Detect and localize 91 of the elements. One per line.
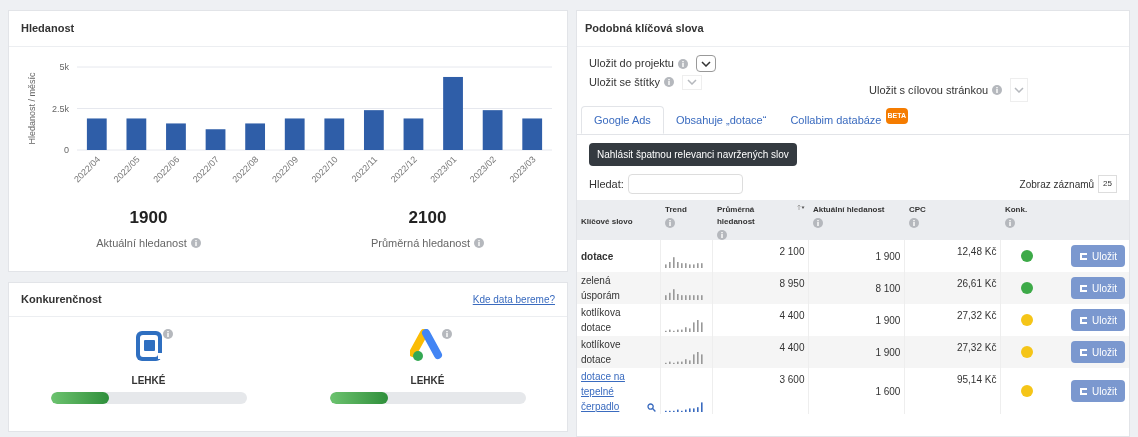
column-header[interactable]: CPC — [908, 204, 926, 216]
keyword-link[interactable]: dotace na tepelné čerpadlo — [581, 368, 643, 414]
table-cell: 26,61 Kč — [956, 278, 997, 289]
card-title: Podobná klíčová slova — [585, 21, 704, 37]
bar — [284, 118, 305, 150]
stat-value: 1900 — [129, 207, 168, 229]
axis-tick-label: 0 — [64, 145, 69, 155]
collabim-icon — [1079, 315, 1088, 325]
table-cell: 3 600 — [779, 374, 805, 385]
page-size-field[interactable]: 25 — [1098, 175, 1117, 193]
table-cell: 1 600 — [875, 385, 901, 397]
save-button[interactable]: Uložit — [1071, 380, 1125, 402]
bar — [245, 123, 265, 150]
trend-sparkline — [665, 256, 706, 268]
table-cell: 8 950 — [779, 278, 805, 289]
help-link[interactable]: Kde data bereme? — [472, 292, 555, 307]
column-header[interactable]: Klíčové slovo — [581, 216, 633, 228]
trend-sparkline — [665, 288, 706, 300]
collabim-icon — [1079, 347, 1088, 357]
column-header[interactable]: Konk. — [1004, 204, 1028, 216]
caret-icon — [686, 79, 697, 86]
column-header[interactable]: Trend — [665, 204, 687, 216]
bar — [166, 123, 186, 150]
column-header[interactable]: Průměrná hledanost — [716, 204, 757, 228]
column-header[interactable]: Aktuální hledanost — [812, 204, 885, 216]
bar — [126, 118, 147, 150]
difficulty-label: LEHKÉ — [131, 373, 166, 388]
bar — [364, 110, 384, 150]
stat-value: 2100 — [408, 207, 447, 229]
bar — [205, 129, 226, 150]
bar — [86, 118, 107, 150]
caret-icon — [701, 60, 711, 67]
table-cell: 1 900 — [875, 346, 901, 358]
table-cell: 95,14 Kč — [956, 374, 997, 385]
info-icon — [441, 329, 452, 339]
save-button[interactable]: Uložit — [1071, 341, 1125, 363]
bar — [482, 110, 503, 150]
save-button[interactable]: Uložit — [1071, 309, 1125, 331]
table-cell: 27,32 Kč — [956, 342, 997, 353]
stat-label: Průměrná hledanost — [370, 235, 471, 251]
trend-sparkline — [665, 352, 706, 364]
caret-icon — [1014, 87, 1025, 93]
card-title: Konkurenčnost — [21, 292, 102, 308]
card-title: Hledanost — [21, 21, 75, 37]
field-label: Uložit se štítky — [589, 75, 660, 90]
field-label: Uložit s cílovou stránkou — [869, 82, 989, 98]
project-dropdown[interactable] — [696, 55, 716, 72]
search-label: Hledat: — [589, 176, 624, 192]
axis-tick-label: 2.5k — [52, 103, 69, 114]
report-button[interactable]: Nahlásit špatnou relevanci navržených slov — [589, 143, 797, 166]
axis-tick-label: 5k — [59, 62, 69, 72]
info-icon — [162, 329, 173, 339]
table-cell: 12,48 Kč — [956, 246, 997, 257]
trend-sparkline — [665, 400, 706, 412]
tab[interactable]: Obsahuje „dotace“ — [663, 106, 779, 134]
info-icon — [190, 237, 201, 248]
bar — [522, 118, 543, 150]
collabim-icon — [1079, 283, 1088, 293]
table-cell: 1 900 — [875, 250, 901, 262]
info-icon — [812, 218, 823, 228]
collabim-icon — [1079, 251, 1088, 261]
table-cell: 2 100 — [779, 246, 805, 257]
keyword-cell-text: dotace — [581, 249, 615, 264]
search-field[interactable] — [627, 174, 743, 194]
info-icon — [663, 77, 674, 88]
bar — [324, 118, 345, 150]
table-cell: 1 900 — [875, 314, 901, 326]
field-label: Uložit do projektu — [589, 56, 674, 72]
difficulty-label: LEHKÉ — [410, 373, 445, 388]
keyword-cell-text: kotlíkove dotace — [581, 338, 622, 367]
info-icon — [474, 237, 485, 248]
search-icon[interactable] — [647, 402, 656, 412]
save-button[interactable]: Uložit — [1071, 245, 1125, 267]
info-icon — [665, 218, 675, 228]
info-icon — [678, 58, 688, 69]
axis-title: Hledanost / měsíc — [27, 72, 37, 145]
trend-sparkline — [665, 320, 706, 332]
info-icon — [992, 85, 1003, 95]
collabim-icon — [1079, 386, 1088, 396]
table-cell: 27,32 Kč — [956, 310, 997, 321]
table-cell: 8 100 — [875, 282, 901, 294]
table-cell: 4 400 — [779, 342, 805, 353]
tab[interactable]: Google Ads — [581, 106, 664, 134]
sort-icon[interactable] — [796, 204, 805, 210]
table-cell: 4 400 — [779, 310, 805, 321]
page-size-label: Zobraz záznamů — [1019, 177, 1095, 192]
info-icon — [1004, 218, 1015, 228]
bar — [403, 118, 424, 150]
info-icon — [908, 218, 919, 228]
stat-label: Aktuální hledanost — [96, 235, 187, 251]
save-button[interactable]: Uložit — [1071, 277, 1125, 299]
